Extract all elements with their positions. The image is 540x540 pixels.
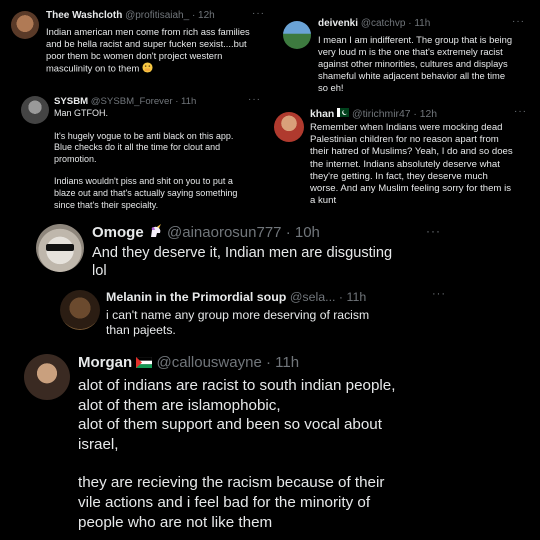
author-handle[interactable]: @catchvp — [361, 18, 406, 29]
author-handle[interactable]: @ainaorosun777 — [167, 224, 281, 241]
author-handle[interactable]: @sela... — [290, 290, 336, 304]
tweet-text: Indian american men come from rich ass f… — [46, 26, 250, 76]
timestamp[interactable]: · 11h — [408, 18, 430, 29]
more-options-icon[interactable]: ··· — [512, 16, 525, 27]
avatar[interactable] — [283, 21, 311, 49]
avatar[interactable] — [274, 112, 304, 142]
author-handle[interactable]: @tirichmir47 — [352, 109, 410, 120]
tweet-card[interactable]: Omoge @ainaorosun777 · 10h ··· And they … — [28, 218, 454, 284]
tweet-text: i can't name any group more deserving of… — [106, 308, 370, 338]
author-name[interactable]: Thee Washcloth — [46, 10, 122, 21]
author-name[interactable]: deivenki — [318, 18, 358, 29]
palestine-flag-icon — [136, 355, 153, 372]
more-options-icon[interactable]: ··· — [248, 94, 261, 105]
avatar[interactable] — [11, 11, 39, 39]
author-name[interactable]: Melanin in the Primordial soup — [106, 290, 286, 304]
pakistan-flag-icon — [337, 108, 350, 120]
author-name[interactable]: Omoge — [92, 224, 144, 241]
unicorn-emoji — [148, 224, 163, 242]
tweet-text: I mean I am indifferent. The group that … — [318, 34, 513, 93]
tweet-text: alot of indians are racist to south indi… — [78, 377, 396, 531]
timestamp[interactable]: · 12h — [192, 10, 215, 21]
author-name[interactable]: SYSBM — [54, 96, 88, 107]
tweet-text: And they deserve it, Indian men are disg… — [92, 245, 393, 279]
more-options-icon[interactable]: ··· — [252, 8, 265, 19]
tweet-card[interactable]: Thee Washcloth @profitisaiah_ · 12h ··· … — [6, 6, 274, 90]
avatar[interactable] — [24, 354, 70, 400]
tweet-card[interactable]: deivenki @catchvp · 11h ··· I mean I am … — [278, 14, 534, 98]
tweet-card[interactable]: Morgan @callouswayne · 11h alot of india… — [16, 344, 536, 540]
author-handle[interactable]: @SYSBM_Forever — [91, 96, 173, 107]
timestamp[interactable]: · 12h — [413, 109, 437, 120]
more-options-icon[interactable]: ··· — [426, 224, 441, 238]
timestamp[interactable]: · 11h — [175, 96, 196, 107]
author-handle[interactable]: @profitisaiah_ — [125, 10, 189, 21]
tweet-card[interactable]: Melanin in the Primordial soup @sela... … — [56, 284, 454, 342]
tweet-card[interactable]: khan @tirichmir47 · 12h ··· Remember whe… — [270, 104, 536, 220]
tweet-text: Remember when Indians were mocking dead … — [310, 122, 513, 207]
more-options-icon[interactable]: ··· — [514, 106, 527, 117]
avatar[interactable] — [36, 224, 84, 272]
avatar[interactable] — [21, 96, 49, 124]
author-name[interactable]: khan — [310, 109, 334, 120]
timestamp[interactable]: · 11h — [339, 290, 366, 304]
avatar[interactable] — [60, 290, 100, 330]
timestamp[interactable]: · 10h — [286, 224, 320, 241]
more-options-icon[interactable]: ··· — [432, 288, 446, 300]
face-with-hand-over-mouth-emoji — [142, 62, 153, 76]
timestamp[interactable]: · 11h — [266, 354, 299, 371]
author-handle[interactable]: @callouswayne — [157, 354, 262, 371]
tweet-text: Man GTFOH. It's hugely vogue to be anti … — [54, 108, 238, 210]
tweet-card[interactable]: SYSBM @SYSBM_Forever · 11h ··· Man GTFOH… — [16, 92, 268, 214]
author-name[interactable]: Morgan — [78, 354, 132, 371]
